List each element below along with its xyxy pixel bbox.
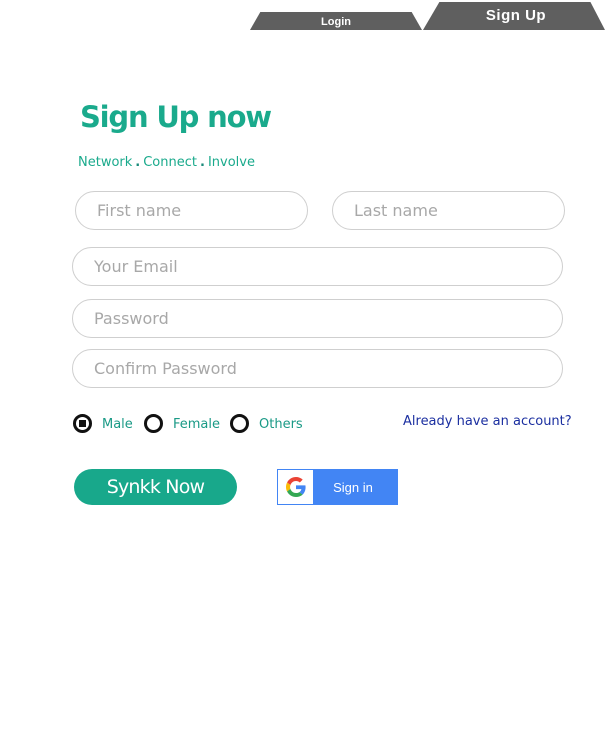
gender-radio-male[interactable]: Male (73, 414, 133, 433)
tagline-network: Network (78, 155, 133, 170)
google-sign-in-label: Sign in (333, 479, 373, 495)
gender-radio-female[interactable]: Female (144, 414, 220, 433)
radio-checked-icon (73, 414, 92, 433)
page-title: Sign Up now (80, 100, 272, 134)
gender-label-others: Others (259, 417, 303, 432)
radio-unchecked-icon (230, 414, 249, 433)
google-sign-in-button[interactable]: Sign in (277, 469, 398, 505)
tab-login[interactable]: Login (250, 12, 422, 30)
tagline-connect: Connect (143, 155, 197, 170)
tagline-involve: Involve (207, 155, 255, 170)
google-logo-icon (278, 470, 313, 504)
already-have-account-link[interactable]: Already have an account? (403, 414, 572, 429)
gender-radio-others[interactable]: Others (230, 414, 303, 433)
tagline-dot: . (200, 155, 205, 170)
tagline-dot: . (135, 155, 141, 170)
tagline: Network. Connect. Involve (78, 155, 255, 170)
gender-label-female: Female (173, 417, 221, 432)
tab-signup[interactable]: Sign Up (423, 2, 605, 30)
email-field[interactable] (72, 247, 563, 286)
confirm-password-field[interactable] (72, 349, 563, 388)
tab-login-label: Login (321, 16, 351, 28)
password-field[interactable] (72, 299, 563, 338)
radio-unchecked-icon (144, 414, 163, 433)
synkk-now-button[interactable]: Synkk Now (74, 469, 237, 505)
last-name-field[interactable] (332, 191, 565, 230)
tab-signup-label: Sign Up (485, 6, 547, 24)
first-name-field[interactable] (75, 191, 308, 230)
gender-label-male: Male (102, 417, 133, 432)
